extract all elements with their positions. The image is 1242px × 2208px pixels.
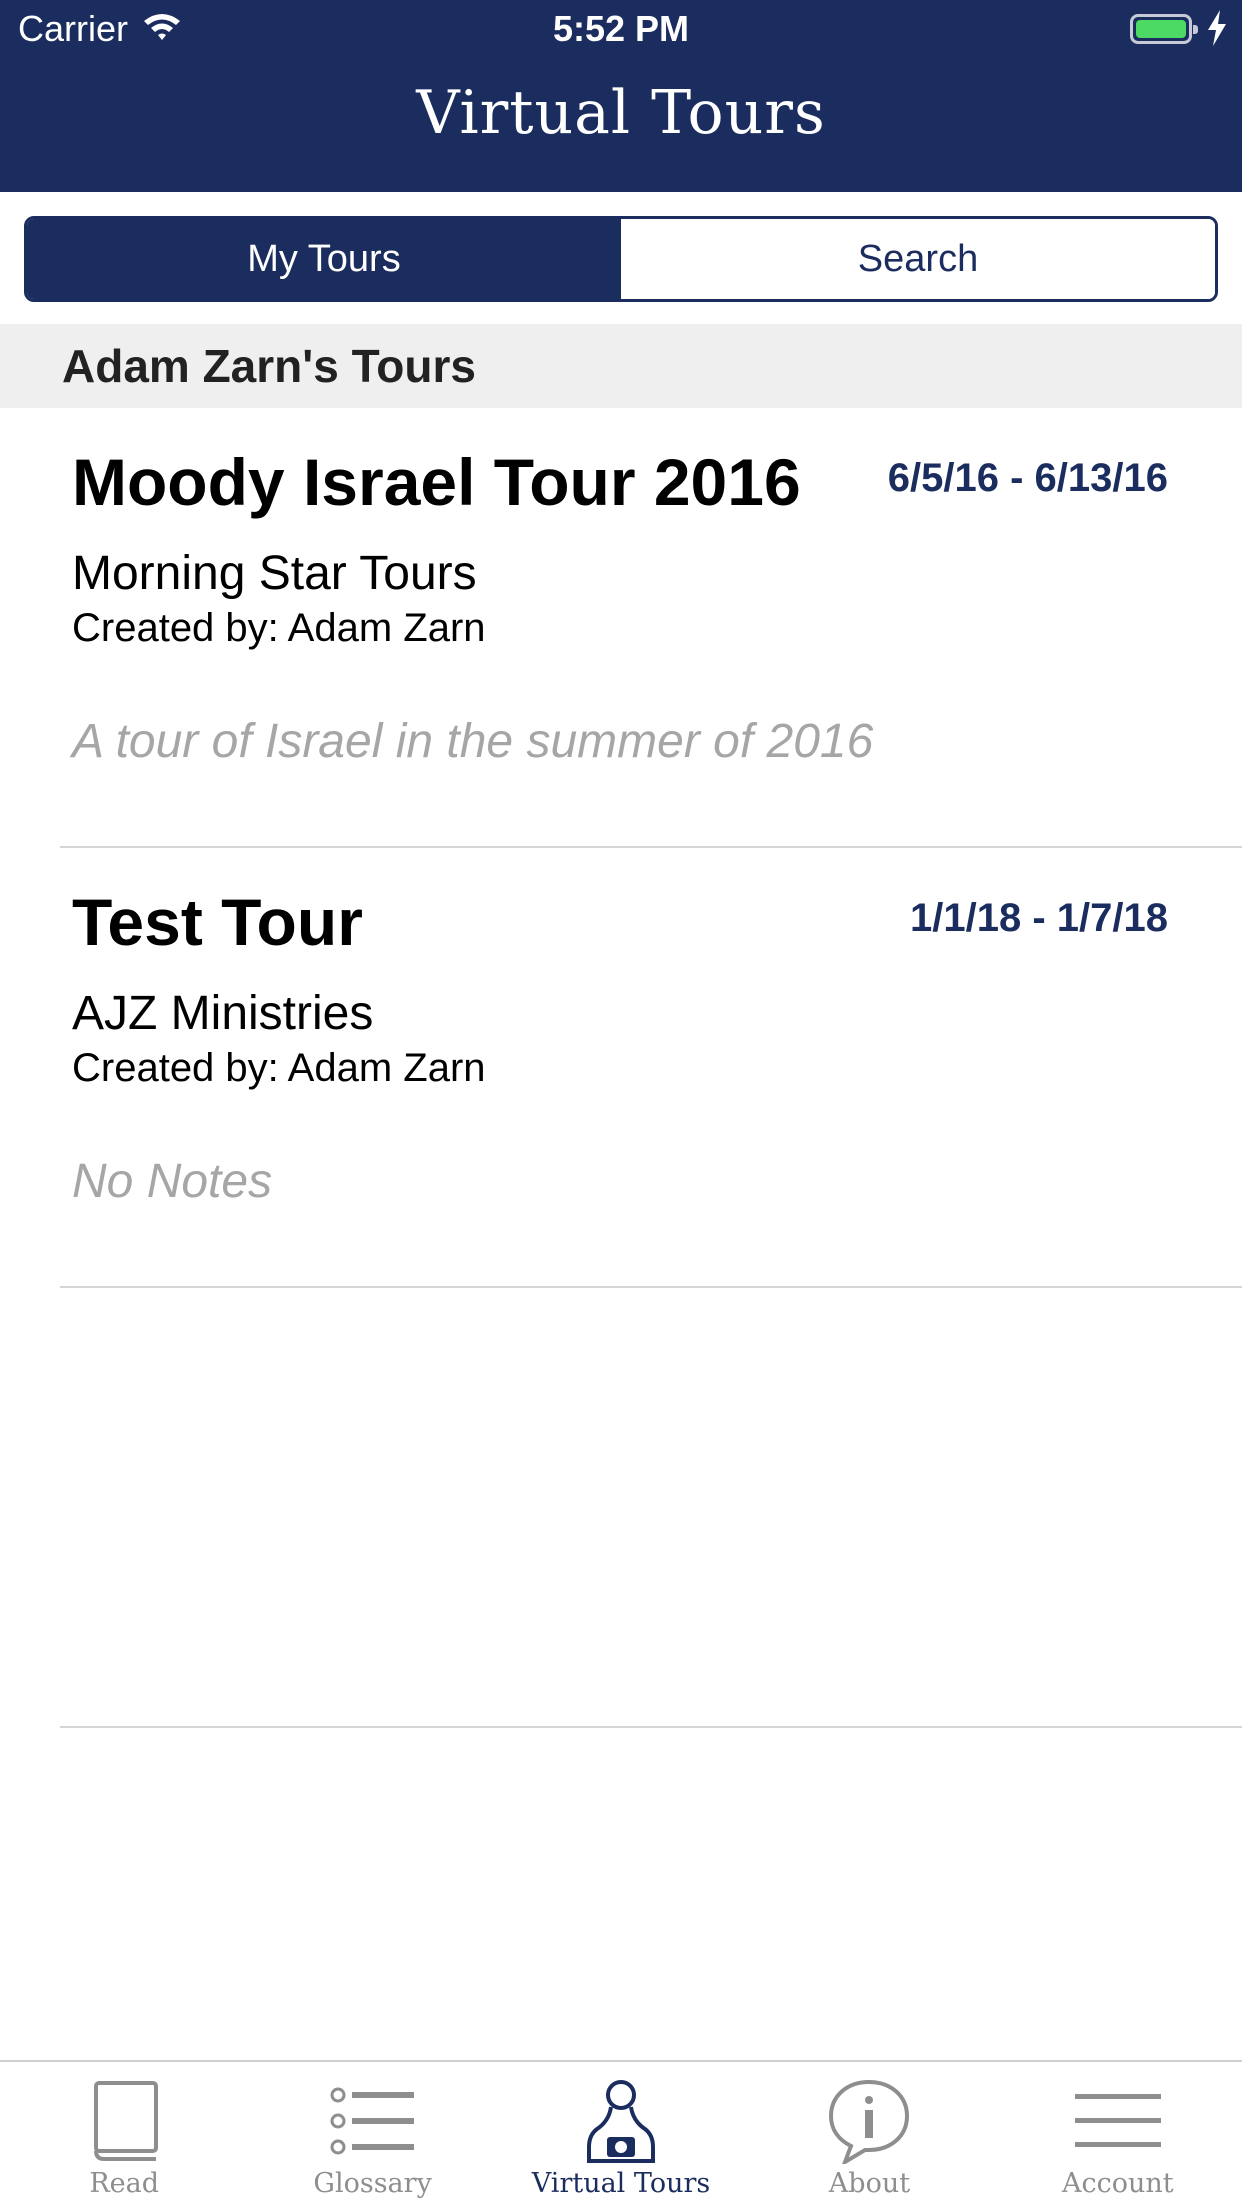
- section-title: Adam Zarn's Tours: [62, 340, 476, 392]
- charging-bolt-icon: [1208, 10, 1226, 46]
- tour-organization: Morning Star Tours: [72, 547, 477, 600]
- battery-icon: [1130, 14, 1198, 44]
- empty-row: [0, 1288, 1242, 1728]
- section-header: Adam Zarn's Tours: [0, 324, 1242, 408]
- tab-label: About: [828, 2168, 911, 2199]
- tour-organization: AJZ Ministries: [72, 987, 374, 1040]
- tab-account[interactable]: Account: [994, 2062, 1242, 2208]
- tour-creator: Created by: Adam Zarn: [72, 1046, 486, 1090]
- tour-name: Test Tour: [72, 885, 363, 959]
- tab-about[interactable]: About: [745, 2062, 993, 2208]
- row-divider: [60, 1726, 1242, 1728]
- tour-creator: Created by: Adam Zarn: [72, 606, 486, 650]
- segmented-control: My Tours Search: [24, 216, 1218, 302]
- tour-row[interactable]: Test Tour 1/1/18 - 1/7/18 AJZ Ministries…: [0, 848, 1242, 1288]
- list-icon: [328, 2076, 418, 2166]
- tour-notes: No Notes: [72, 1155, 273, 1208]
- tab-label: Glossary: [313, 2168, 432, 2199]
- info-bubble-icon: [824, 2076, 914, 2166]
- tour-dates: 6/5/16 - 6/13/16: [887, 456, 1168, 500]
- tab-label: Virtual Tours: [531, 2168, 711, 2199]
- tab-bar: Read Glossary Virtual Tours About Accoun…: [0, 2060, 1242, 2208]
- tab-label: Account: [1062, 2168, 1174, 2199]
- tour-row[interactable]: Moody Israel Tour 2016 6/5/16 - 6/13/16 …: [0, 408, 1242, 848]
- navigation-bar: Carrier 5:52 PM Virtual Tours: [0, 0, 1242, 192]
- tab-virtual-tours[interactable]: Virtual Tours: [497, 2062, 745, 2208]
- book-icon: [79, 2076, 169, 2166]
- segment-search[interactable]: Search: [621, 219, 1215, 299]
- page-title: Virtual Tours: [416, 78, 826, 148]
- tour-notes: A tour of Israel in the summer of 2016: [72, 715, 874, 768]
- segment-my-tours[interactable]: My Tours: [27, 219, 621, 299]
- tab-label: Read: [89, 2168, 160, 2199]
- tour-dates: 1/1/18 - 1/7/18: [910, 896, 1168, 940]
- tab-glossary[interactable]: Glossary: [248, 2062, 496, 2208]
- tourist-camera-icon: [576, 2076, 666, 2166]
- status-time: 5:52 PM: [552, 8, 690, 49]
- tab-read[interactable]: Read: [0, 2062, 248, 2208]
- tour-name: Moody Israel Tour 2016: [72, 445, 801, 519]
- menu-icon: [1073, 2076, 1163, 2166]
